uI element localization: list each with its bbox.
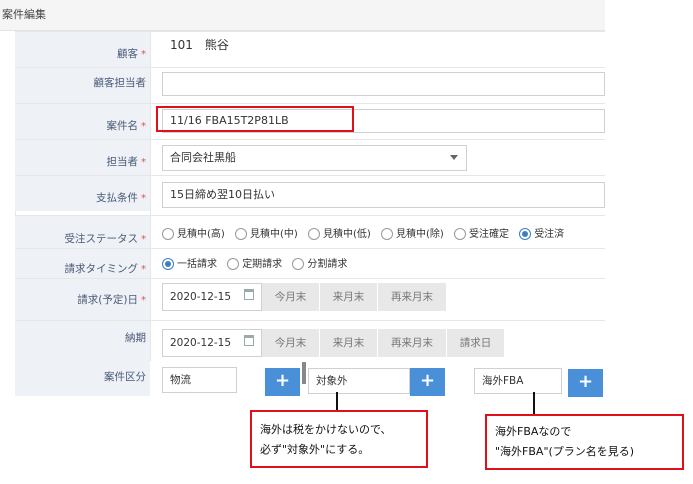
callout-exempt-line2: 必ず"対象外"にする。 [260, 443, 370, 456]
radio-status-confirmed[interactable]: 受注確定 [454, 225, 509, 240]
customer-field[interactable]: 101 熊谷 [162, 33, 605, 55]
row-customer: 顧客 * 101 熊谷 [15, 31, 605, 67]
calendar-icon [244, 289, 254, 300]
label-category: 案件区分 [15, 364, 150, 396]
callout-leader-1 [336, 392, 338, 412]
callout-fba-line2: "海外FBA"(プラン名を見る) [495, 445, 635, 458]
radio-status-low[interactable]: 見積中(低) [308, 225, 371, 240]
chevron-down-icon [450, 155, 458, 160]
label-assignee: 担当者 * [15, 140, 150, 175]
row-payment-terms: 支払条件 * 15日締め翌10日払い [15, 175, 605, 211]
add-category-button-2[interactable]: + [410, 368, 445, 396]
callout-leader-2 [533, 392, 535, 416]
radio-status-high[interactable]: 見積中(高) [162, 225, 225, 240]
row-customer-contact: 顧客担当者 [15, 67, 605, 103]
callout-fba-note: 海外FBAなので "海外FBA"(プラン名を見る) [485, 414, 684, 470]
label-payment-terms: 支払条件 * [15, 176, 150, 211]
due-month-after-next-button[interactable]: 再来月末 [378, 329, 446, 357]
billing-this-month-button[interactable]: 今月末 [262, 283, 319, 311]
add-category-button-3[interactable]: + [568, 369, 603, 397]
row-assignee: 担当者 * 合同会社黒船 [15, 139, 605, 175]
billing-date-value: 2020-12-15 [170, 291, 232, 303]
order-status-radios: 見積中(高) 見積中(中) 見積中(低) 見積中(除) 受注確定 受注済 [162, 225, 571, 240]
label-project-name: 案件名 * [15, 104, 150, 139]
payment-terms-input[interactable]: 15日締め翌10日払い [162, 182, 605, 208]
label-customer: 顧客 * [15, 32, 150, 67]
add-category-button[interactable]: + [265, 368, 300, 396]
label-customer-contact: 顧客担当者 [15, 68, 150, 103]
category-input-logistics[interactable]: 物流 [162, 367, 237, 393]
billing-next-month-button[interactable]: 来月末 [320, 283, 377, 311]
label-order-status: 受注ステータス * [15, 216, 150, 248]
radio-billing-periodic[interactable]: 定期請求 [227, 255, 282, 270]
row-billing-date: 請求(予定)日 * 2020-12-15 今月末 来月末 再来月末 [15, 278, 605, 320]
label-billing-timing: 請求タイミング * [15, 249, 150, 278]
due-this-month-button[interactable]: 今月末 [262, 329, 319, 357]
callout-exempt-note: 海外は税をかけないので、 必ず"対象外"にする。 [250, 410, 428, 468]
callout-fba-line1: 海外FBAなので [495, 425, 572, 438]
assignee-value: 合同会社黒船 [170, 151, 236, 164]
due-date-input[interactable]: 2020-12-15 [162, 329, 262, 357]
callout-exempt-line1: 海外は税をかけないので、 [260, 423, 392, 436]
highlight-project-name [156, 106, 354, 132]
radio-status-excluded[interactable]: 見積中(除) [381, 225, 444, 240]
category-input-exempt[interactable]: 対象外 [308, 368, 410, 394]
billing-timing-radios: 一括請求 定期請求 分割請求 [162, 255, 354, 270]
due-billing-date-button[interactable]: 請求日 [447, 329, 504, 357]
assignee-select[interactable]: 合同会社黒船 [162, 145, 467, 171]
category-input-overseas-fba[interactable]: 海外FBA [474, 368, 562, 394]
billing-month-after-next-button[interactable]: 再来月末 [378, 283, 446, 311]
row-order-status: 受注ステータス * 見積中(高) 見積中(中) 見積中(低) 見積中(除) 受注確… [15, 215, 605, 248]
radio-status-mid[interactable]: 見積中(中) [235, 225, 298, 240]
due-next-month-button[interactable]: 来月末 [320, 329, 377, 357]
header-bar: 案件編集 [0, 0, 605, 31]
label-billing-date: 請求(予定)日 * [15, 279, 150, 320]
radio-status-ordered[interactable]: 受注済 [519, 225, 564, 240]
row-due-date: 納期 2020-12-15 今月末 来月末 再来月末 請求日 [15, 320, 605, 364]
customer-contact-input[interactable] [162, 72, 605, 96]
label-due-date: 納期 [15, 321, 150, 364]
due-date-value: 2020-12-15 [170, 337, 232, 349]
text-cursor [302, 362, 306, 384]
radio-billing-split[interactable]: 分割請求 [292, 255, 347, 270]
radio-billing-lump[interactable]: 一括請求 [162, 255, 217, 270]
billing-date-input[interactable]: 2020-12-15 [162, 283, 262, 311]
calendar-icon [244, 335, 254, 346]
row-billing-timing: 請求タイミング * 一括請求 定期請求 分割請求 [15, 248, 605, 278]
page-title: 案件編集 [2, 8, 46, 21]
